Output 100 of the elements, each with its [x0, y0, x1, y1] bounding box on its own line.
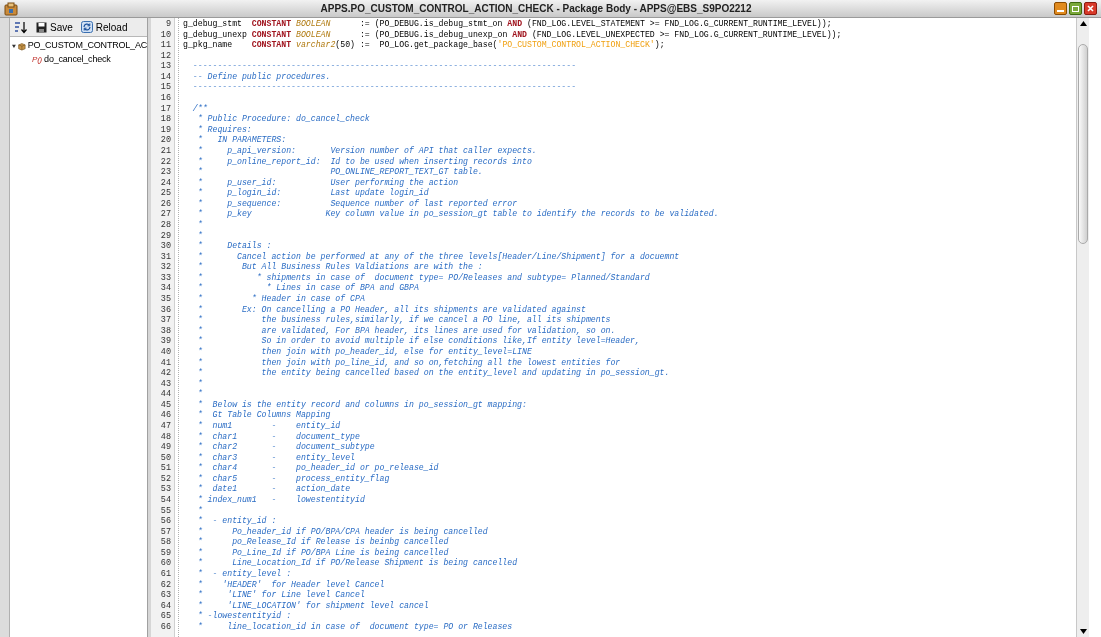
code-line: * — [196, 505, 204, 516]
line-number: 53 — [159, 484, 172, 495]
code-line: * PO_ONLINE_REPORT_TEXT_GT table. — [196, 167, 484, 178]
line-number: 51 — [159, 463, 172, 474]
line-number: 64 — [159, 600, 172, 612]
code-line: * IN PARAMETERS: — [196, 135, 288, 146]
code-line: * then join with po_header_id, else for entity_level=LINE — [196, 346, 533, 358]
code-line: * p_user_id: User performing the action — [196, 177, 460, 188]
tree-item[interactable]: P() do_cancel_check — [10, 53, 147, 67]
code-line: * So in order to avoid multiple if else conditions like,If entity level=Header, — [196, 336, 641, 347]
code-line: * line_location_id in case of document type= PO or Releases — [196, 621, 514, 633]
line-number: 42 — [159, 368, 172, 379]
line-number: 62 — [159, 579, 172, 591]
code-line: * - entity_level : — [196, 569, 293, 580]
code-line: * the business rules,similarly, if we cancel a PO line, all its shipments — [196, 315, 612, 326]
line-number: 39 — [159, 336, 172, 347]
line-number: 17 — [159, 103, 172, 115]
line-number: 57 — [159, 526, 172, 538]
code-line: ------------------------------------------------------------------------------ — [191, 82, 578, 94]
line-number: 15 — [159, 82, 172, 94]
code-line: * Po_Line_Id if PO/BPA Line is being cancelled — [196, 547, 450, 558]
code-line: /** — [191, 103, 209, 114]
code-line: * Line_Location_Id if PO/Release Shipment is being cancelled — [196, 558, 519, 569]
line-number: 60 — [159, 558, 172, 570]
line-number: 26 — [159, 198, 172, 210]
close-button[interactable] — [1084, 2, 1097, 15]
app-icon — [4, 1, 18, 16]
code-line: * Po_header_id if PO/BPA/CPA header is being cancelled — [196, 526, 489, 537]
code-line: ------------------------------------------------------------------------------ — [191, 61, 578, 72]
maximize-button[interactable] — [1069, 2, 1082, 15]
code-line: * p_api_version: Version number of API that caller expects. — [196, 145, 538, 157]
line-number: 35 — [159, 294, 172, 305]
line-number: 9 — [164, 19, 172, 30]
code-line: g_pkg_name CONSTANT varchar2(50) := PO_LOG.get_package_base('PO_CUSTOM_CONTROL_ACTION_CHECK'); — [183, 40, 666, 51]
line-number: 54 — [159, 495, 172, 506]
code-line: * Cancel action be performed at any of the three levels[Header/Line/Shipment] for a docuemnt — [196, 251, 681, 262]
code-line: * date1 - action_date — [196, 484, 352, 495]
scroll-up-icon[interactable] — [1079, 21, 1087, 26]
code-line: g_debug_stmt CONSTANT BOOLEAN := (PO_DEBUG.is_debug_stmt_on AND (FND_LOG.LEVEL_STATEMENT >= FND_LOG.G_CURRENT_RUNTIME_LEVEL)); — [183, 19, 833, 30]
scrollbar[interactable] — [1076, 18, 1089, 637]
code-line: * Below is the entity record and columns in po_session_gt mapping: — [196, 399, 528, 410]
line-number: 38 — [159, 325, 172, 337]
line-number: 61 — [159, 569, 172, 580]
code-line: * char5 - process_entity_flag — [196, 473, 391, 484]
line-number: 58 — [159, 537, 172, 548]
line-number: 37 — [159, 315, 172, 326]
line-number: 16 — [159, 93, 172, 104]
code-line: * * Lines in case of BPA and GBPA — [196, 283, 420, 294]
expand-toggle-icon[interactable] — [12, 43, 16, 49]
line-number: 49 — [159, 442, 172, 453]
code-line: * -lowestentityid : — [196, 611, 293, 622]
line-number: 12 — [159, 50, 172, 62]
code-line: * 'LINE' for Line level Cancel — [196, 590, 366, 601]
line-number: 29 — [159, 230, 172, 242]
code-line: * But All Business Rules Valdiations are with the : — [196, 262, 484, 273]
line-number: 36 — [159, 304, 172, 316]
scrollbar-thumb[interactable] — [1078, 44, 1088, 244]
scroll-down-icon[interactable] — [1079, 629, 1087, 634]
code-line: * p_online_report_id: Id to be used when inserting records into — [196, 156, 533, 167]
line-number: 13 — [159, 61, 172, 72]
code-line: * * shipments in case of document type= PO/Releases and subtype= Planned/Standard — [196, 272, 651, 283]
line-number: 43 — [159, 378, 172, 390]
code-line: * p_key Key column value in po_session_gt table to identify the records to be validated. — [196, 209, 720, 220]
code-line: * index_num1 - lowestentityid — [196, 495, 366, 506]
line-number: 56 — [159, 516, 172, 527]
code-line: * Gt Table Columns Mapping — [196, 410, 332, 421]
code-line: * then join with po_line_id, and so on,fetching all the lowest entities for — [196, 357, 622, 368]
line-number: 31 — [159, 251, 172, 263]
save-icon — [36, 21, 47, 33]
line-number: 11 — [159, 40, 172, 51]
line-number: 48 — [159, 431, 172, 443]
procedure-icon: P() — [32, 54, 43, 66]
reload-button[interactable]: Reload — [80, 19, 128, 35]
code-line: * char2 - document_subtype — [196, 442, 376, 453]
save-button[interactable]: Save — [36, 19, 73, 35]
sort-icon[interactable] — [14, 20, 28, 34]
line-number: 65 — [159, 611, 172, 622]
line-number: 33 — [159, 272, 172, 284]
line-number: 50 — [159, 452, 172, 464]
code-line: * — [196, 389, 204, 400]
tree-item[interactable]: PO_CUSTOM_CONTROL_AC — [10, 39, 147, 53]
code-line: * char1 - document_type — [196, 431, 361, 442]
line-number: 28 — [159, 220, 172, 231]
code-line: * p_sequence: Sequence number of last reported error — [196, 198, 519, 209]
code-line: * char3 - entity_level — [196, 452, 356, 463]
reload-icon — [80, 21, 93, 33]
code-line: * char4 - po_header_id or po_release_id — [196, 463, 440, 474]
code-line: * 'LINE_LOCATION' for shipment level cancel — [196, 600, 430, 611]
line-number: 19 — [159, 124, 172, 136]
minimize-button[interactable] — [1054, 2, 1067, 15]
line-number: 41 — [159, 357, 172, 369]
line-number: 23 — [159, 167, 172, 178]
line-number: 30 — [159, 241, 172, 252]
line-number: 59 — [159, 547, 172, 559]
code-line: * Public Procedure: do_cancel_check — [196, 114, 371, 125]
code-line: * Ex: On cancelling a PO Header, all its shipments are validated against — [196, 304, 587, 315]
code-line: * Details : — [196, 241, 273, 252]
line-number: 27 — [159, 209, 172, 220]
line-number: 18 — [159, 114, 172, 125]
code-line: * - entity_id : — [196, 516, 278, 527]
